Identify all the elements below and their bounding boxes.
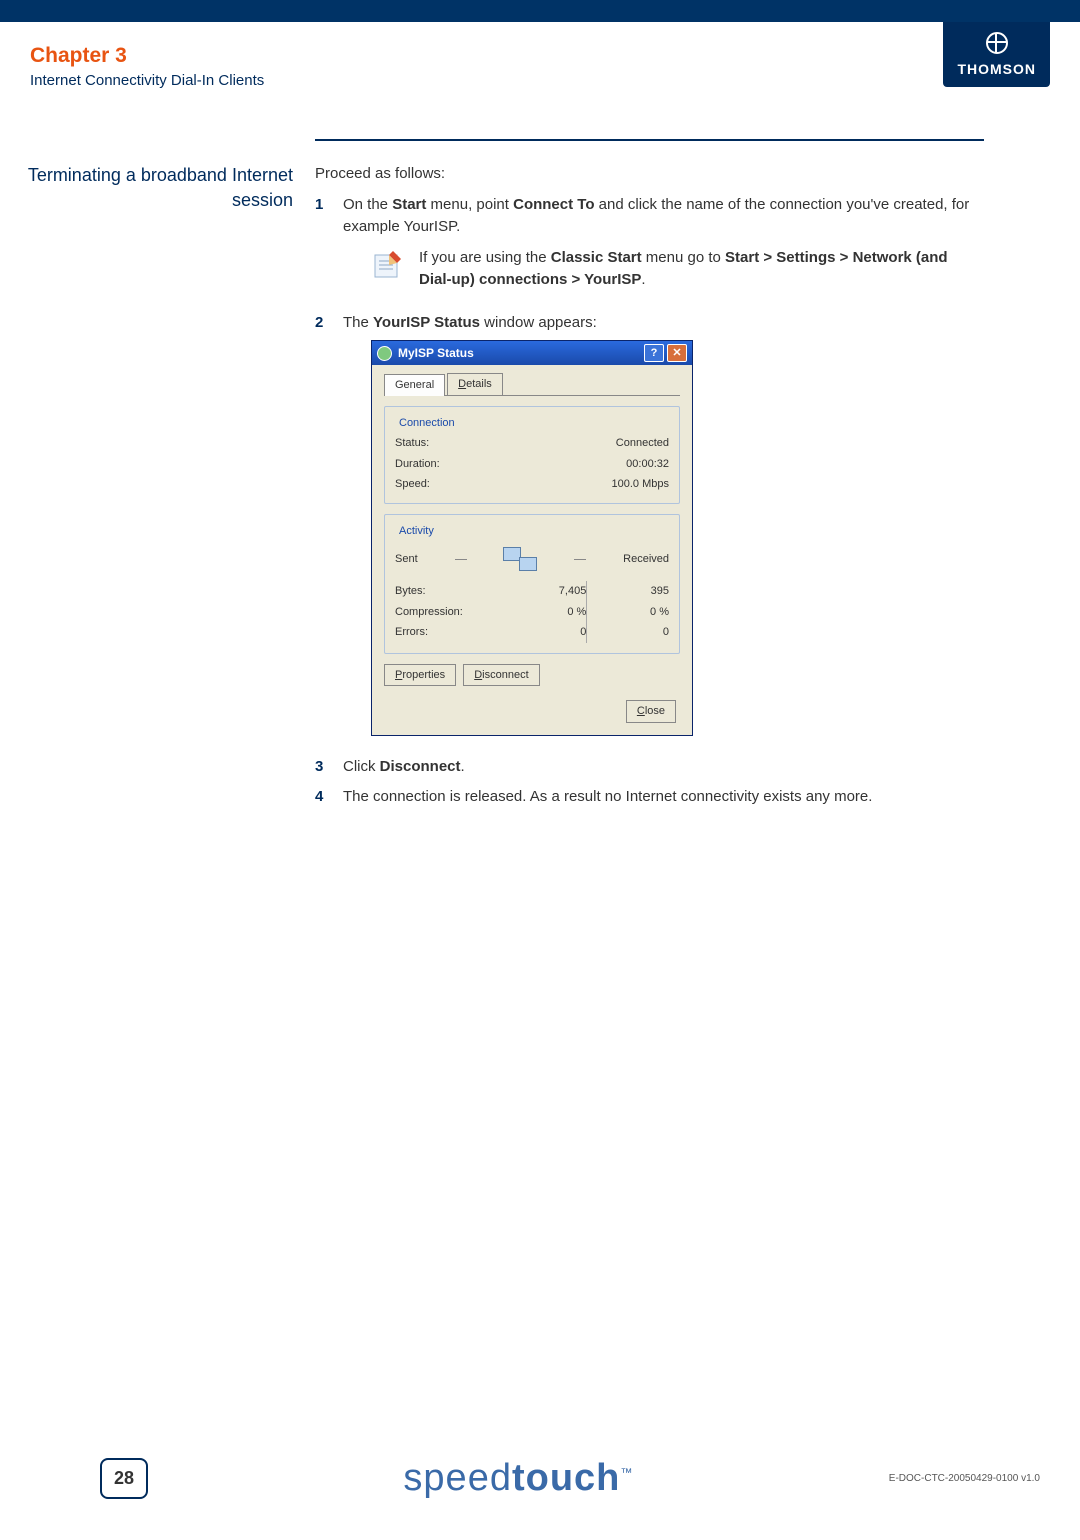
lbl-compression: Compression: xyxy=(395,602,505,623)
connection-legend: Connection xyxy=(395,415,459,432)
trademark-icon: ™ xyxy=(620,1465,633,1479)
chapter-subtitle: Internet Connectivity Dial-In Clients xyxy=(30,72,264,89)
note-box: If you are using the Classic Start menu … xyxy=(371,247,984,292)
val-comp-sent: 0 % xyxy=(505,602,587,623)
t: . xyxy=(641,271,645,288)
connection-icon xyxy=(377,346,392,361)
tab-strip: General DDetailsetails xyxy=(384,373,680,396)
t: On the xyxy=(343,196,392,213)
product-logo: speedtouch™ xyxy=(403,1457,633,1500)
section-rule xyxy=(315,139,984,141)
t: speed xyxy=(403,1457,512,1499)
kw-connect-to: Connect To xyxy=(513,196,594,213)
kw-classic-start: Classic Start xyxy=(551,249,642,266)
doc-reference: E-DOC-CTC-20050429-0100 v1.0 xyxy=(889,1473,1040,1484)
close-x-button[interactable]: ✕ xyxy=(667,344,687,362)
t: If you are using the xyxy=(419,249,551,266)
step-3: Click Disconnect. xyxy=(343,756,984,779)
step-4: The connection is released. As a result … xyxy=(343,786,984,809)
val-bytes-sent: 7,405 xyxy=(505,581,587,602)
lbl-sent: Sent xyxy=(395,551,418,568)
button-row: PropertiesProperties DisconnectDisconnec… xyxy=(384,664,680,687)
val-err-sent: 0 xyxy=(505,622,587,643)
kw-start: Start xyxy=(392,196,426,213)
chapter-title: Chapter 3 xyxy=(30,44,264,68)
connection-group: Connection Status: Connected Duration: 00:… xyxy=(384,406,680,504)
t: . xyxy=(461,758,465,775)
intro-text: Proceed as follows: xyxy=(315,163,984,186)
content-area: Terminating a broadband Internet session… xyxy=(0,99,1080,857)
step-number: 4 xyxy=(315,786,343,809)
step-2: The YourISP Status window appears: MyISP… xyxy=(343,312,984,748)
step-number: 3 xyxy=(315,756,343,779)
brand-logo: THOMSON xyxy=(943,22,1050,87)
activity-icon xyxy=(503,545,537,573)
properties-button[interactable]: PropertiesProperties xyxy=(384,664,456,687)
step-number: 1 xyxy=(315,194,343,304)
kw-yourisp-status: YourISP Status xyxy=(373,314,480,331)
tab-general[interactable]: General xyxy=(384,374,445,396)
val-comp-recv: 0 % xyxy=(587,602,669,623)
lbl-received: Received xyxy=(623,551,669,568)
t: Click xyxy=(343,758,380,775)
lbl-errors: Errors: xyxy=(395,622,505,643)
lbl-duration: Duration: xyxy=(395,456,440,473)
page-footer: 28 speedtouch™ E-DOC-CTC-20050429-0100 v… xyxy=(0,1437,1080,1540)
t: touch xyxy=(512,1457,620,1499)
activity-group: Activity Sent Received xyxy=(384,514,680,654)
status-dialog: MyISP Status ? ✕ General DDetailsetails xyxy=(371,340,693,736)
lbl-speed: Speed: xyxy=(395,476,430,493)
note-text: If you are using the Classic Start menu … xyxy=(419,247,984,292)
note-icon xyxy=(371,247,405,281)
val-duration: 00:00:32 xyxy=(626,456,669,473)
close-button[interactable]: CloseClose xyxy=(626,700,676,723)
val-status: Connected xyxy=(616,435,669,452)
page-number: 28 xyxy=(100,1458,148,1499)
kw-disconnect: Disconnect xyxy=(380,758,461,775)
step-list: 1 On the Start menu, point Connect To an… xyxy=(315,194,984,809)
t: The xyxy=(343,314,373,331)
val-bytes-recv: 395 xyxy=(587,581,669,602)
side-heading: Terminating a broadband Internet session xyxy=(0,163,315,817)
tab-details[interactable]: DDetailsetails xyxy=(447,373,503,395)
page-header: Chapter 3 Internet Connectivity Dial-In … xyxy=(0,22,1080,99)
top-bar xyxy=(0,0,1080,22)
dialog-titlebar: MyISP Status ? ✕ xyxy=(372,341,692,365)
val-speed: 100.0 Mbps xyxy=(612,476,669,493)
help-button[interactable]: ? xyxy=(644,344,664,362)
t: window appears: xyxy=(480,314,597,331)
dialog-title: MyISP Status xyxy=(398,344,641,362)
step-1: On the Start menu, point Connect To and … xyxy=(343,194,984,304)
disconnect-button[interactable]: DisconnectDisconnect xyxy=(463,664,539,687)
lbl-status: Status: xyxy=(395,435,429,452)
t: menu go to xyxy=(642,249,725,266)
val-err-recv: 0 xyxy=(587,622,669,643)
activity-table: Bytes: 7,405 395 Compression: 0 % 0 % xyxy=(395,581,669,643)
globe-icon xyxy=(986,32,1008,54)
lbl-bytes: Bytes: xyxy=(395,581,505,602)
t: menu, point xyxy=(426,196,513,213)
main-column: Proceed as follows: 1 On the Start menu,… xyxy=(315,163,984,817)
brand-text: THOMSON xyxy=(957,61,1036,77)
step-number: 2 xyxy=(315,312,343,748)
activity-legend: Activity xyxy=(395,523,438,540)
